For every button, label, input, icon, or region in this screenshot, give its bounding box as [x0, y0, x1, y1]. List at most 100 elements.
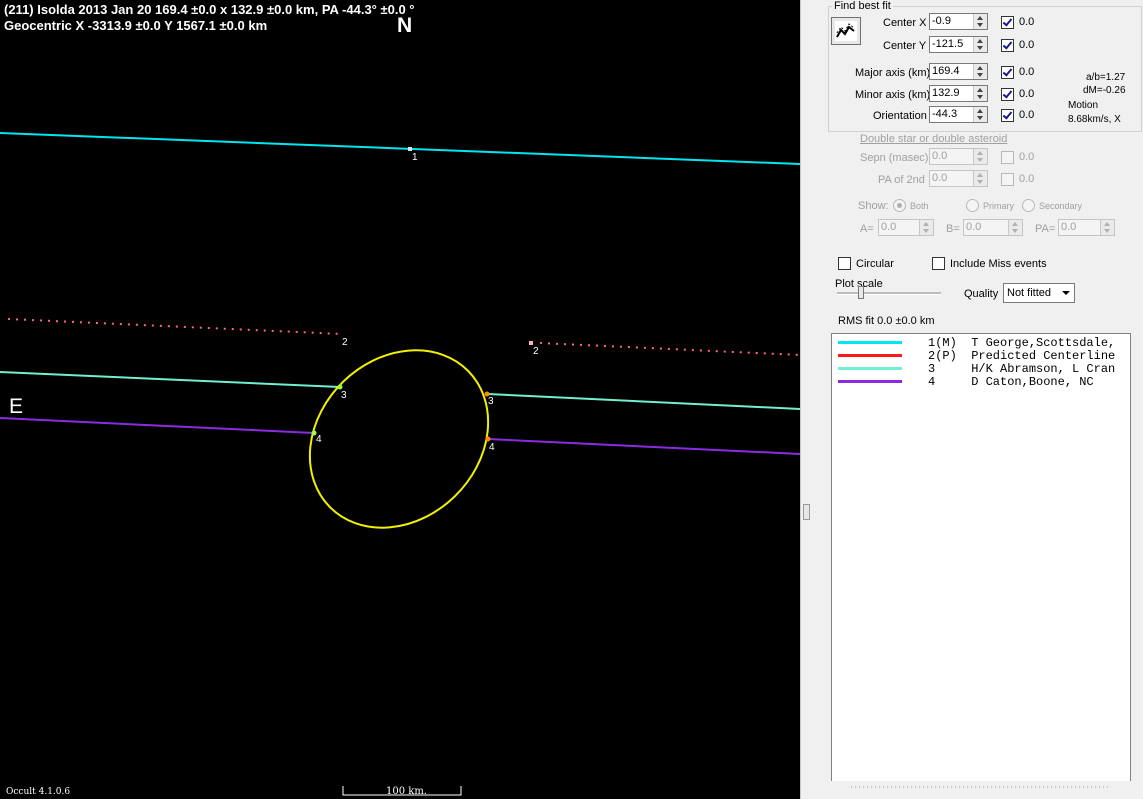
major-axis-weight: 0.0 [1019, 66, 1035, 78]
legend-swatch [838, 380, 902, 383]
splitter-grip[interactable] [803, 504, 810, 520]
legend-text: 1(M) T George,Scottsdale, [928, 336, 1116, 350]
chord-label-3-right: 3 [488, 396, 494, 407]
pa-label: PA= [1035, 223, 1056, 235]
version-label: Occult 4.1.0.6 [6, 787, 71, 797]
rms-fit-label: RMS fit 0.0 ±0.0 km [838, 315, 935, 327]
east-label: E [9, 395, 24, 418]
center-x-spinner[interactable] [973, 14, 987, 29]
plot-canvas: 1 2 2 3 3 4 4 [0, 132, 800, 796]
north-label: N [397, 14, 413, 37]
quality-value: Not fitted [1007, 287, 1052, 299]
double-star-title: Double star or double asteroid [860, 133, 1008, 145]
chord-label-3-left: 3 [341, 390, 347, 401]
find-best-fit-button[interactable] [831, 17, 861, 45]
center-y-weight: 0.0 [1019, 39, 1035, 51]
chord-4-right-line [487, 438, 800, 455]
show-both-label: Both [910, 201, 929, 211]
chord-2-marker [529, 341, 533, 345]
major-axis-input[interactable]: 169.4 [929, 63, 988, 80]
minor-axis-weight: 0.0 [1019, 88, 1035, 100]
minor-axis-value: 132.9 [932, 87, 960, 99]
pa-2nd-input[interactable]: 0.0 [929, 170, 988, 187]
b-input[interactable]: 0.0 [963, 219, 1023, 236]
occultation-plot[interactable]: 1 2 2 3 3 4 4 (211) Isolda 2013 Jan 20 1… [0, 0, 800, 799]
pa-2nd-spinner[interactable] [973, 171, 987, 186]
circular-label: Circular [856, 258, 894, 270]
include-miss-label: Include Miss events [950, 258, 1047, 270]
legend-horizontal-scrollbar[interactable] [831, 781, 1131, 793]
chord-1-marker [408, 147, 412, 151]
minor-axis-checkbox[interactable] [1001, 88, 1014, 101]
b-label: B= [946, 223, 960, 235]
major-axis-value: 169.4 [932, 65, 960, 77]
legend-swatch [838, 367, 902, 370]
pa-2nd-checkbox[interactable] [1001, 173, 1014, 186]
legend-item[interactable]: 4 D Caton,Boone, NC [832, 375, 1130, 389]
center-x-input[interactable]: -0.9 [929, 13, 988, 30]
best-fit-title: Find best fit [832, 0, 893, 12]
sepn-label: Sepn (masec) [860, 152, 929, 164]
a-value: 0.0 [881, 221, 897, 233]
pa-value: 0.0 [1061, 221, 1077, 233]
legend-text: 3 H/K Abramson, L Cran [928, 362, 1116, 376]
sepn-weight: 0.0 [1019, 151, 1035, 163]
center-y-input[interactable]: -121.5 [929, 36, 988, 53]
center-y-label: Center Y [883, 40, 927, 52]
quality-dropdown[interactable]: Not fitted [1003, 283, 1075, 303]
sepn-spinner[interactable] [973, 149, 987, 164]
orientation-input[interactable]: -44.3 [929, 106, 988, 123]
include-miss-checkbox[interactable] [932, 257, 945, 270]
pa-spinner[interactable] [1100, 220, 1114, 235]
legend-text: 4 D Caton,Boone, NC [928, 375, 1094, 389]
pa-2nd-value: 0.0 [932, 172, 948, 184]
dm-value: dM=-0.26 [1083, 85, 1126, 96]
show-secondary-radio[interactable] [1022, 199, 1035, 212]
chord-2-left-dots [7, 318, 343, 335]
circular-checkbox[interactable] [838, 257, 851, 270]
chord-3-disappear-point [337, 384, 343, 390]
major-axis-spinner[interactable] [973, 64, 987, 79]
pa-input[interactable]: 0.0 [1058, 219, 1115, 236]
center-x-label: Center X [883, 17, 927, 29]
sepn-input[interactable]: 0.0 [929, 148, 988, 165]
major-axis-checkbox[interactable] [1001, 66, 1014, 79]
minor-axis-spinner[interactable] [973, 86, 987, 101]
chord-label-2-right: 2 [533, 346, 539, 357]
plot-scale-slider[interactable] [837, 292, 941, 295]
show-primary-radio[interactable] [966, 199, 979, 212]
center-y-spinner[interactable] [973, 37, 987, 52]
orientation-weight: 0.0 [1019, 109, 1035, 121]
legend-item[interactable]: 3 H/K Abramson, L Cran [832, 362, 1130, 376]
observer-legend-list[interactable]: 1(M) T George,Scottsdale, 2(P) Predicted… [831, 333, 1131, 793]
orientation-spinner[interactable] [973, 107, 987, 122]
chord-1-line [0, 132, 800, 165]
a-spinner[interactable] [919, 220, 933, 235]
plot-title-line-1: (211) Isolda 2013 Jan 20 169.4 ±0.0 x 13… [4, 2, 415, 17]
panel-splitter[interactable] [800, 0, 827, 799]
center-x-value: -0.9 [932, 15, 951, 27]
plot-scale-thumb[interactable] [858, 286, 864, 299]
chord-label-1: 1 [412, 152, 418, 163]
b-value: 0.0 [966, 221, 982, 233]
legend-item[interactable]: 1(M) T George,Scottsdale, [832, 336, 1130, 350]
a-input[interactable]: 0.0 [878, 219, 934, 236]
chord-4-left-line [0, 417, 315, 434]
chord-label-4-left: 4 [316, 434, 322, 445]
legend-swatch [838, 341, 902, 344]
center-x-checkbox[interactable] [1001, 16, 1014, 29]
ab-ratio: a/b=1.27 [1086, 72, 1126, 83]
scale-label: 100 km. [386, 786, 427, 797]
orientation-checkbox[interactable] [1001, 109, 1014, 122]
sepn-checkbox[interactable] [1001, 151, 1014, 164]
a-label: A= [860, 223, 874, 235]
fit-control-panel: Find best fit Center X -0.9 0.0 Center Y… [826, 0, 1143, 799]
b-spinner[interactable] [1008, 220, 1022, 235]
minor-axis-input[interactable]: 132.9 [929, 85, 988, 102]
show-secondary-label: Secondary [1039, 201, 1083, 211]
minor-axis-label: Minor axis (km) [855, 89, 931, 101]
sepn-value: 0.0 [932, 150, 948, 162]
center-y-checkbox[interactable] [1001, 39, 1014, 52]
legend-item[interactable]: 2(P) Predicted Centerline [832, 349, 1130, 363]
show-both-radio[interactable] [893, 199, 906, 212]
